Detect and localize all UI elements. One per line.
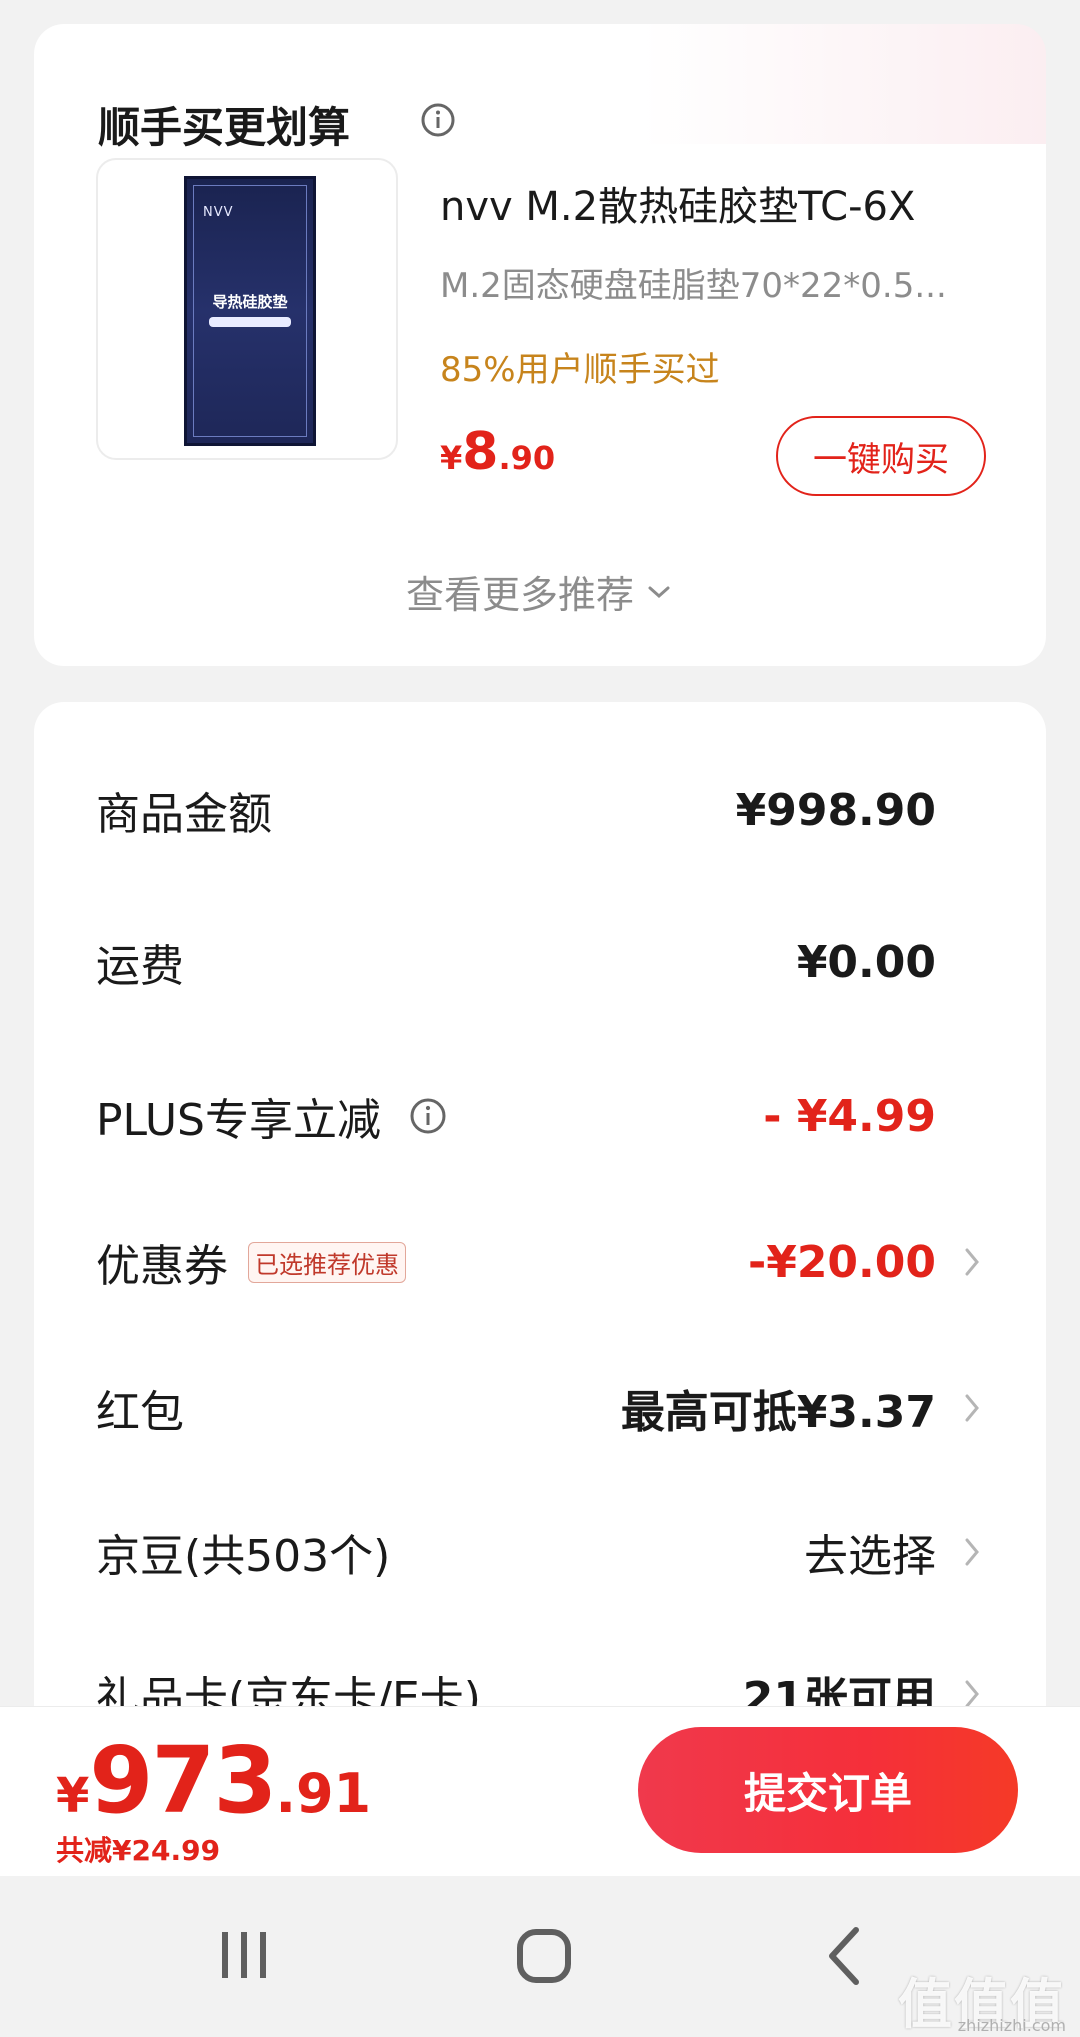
- product-image-stripe: [209, 317, 291, 327]
- product-image-name: 导热硅胶垫: [212, 293, 288, 311]
- order-total: ¥973.91: [56, 1727, 371, 1834]
- row-value: ¥0.00: [796, 936, 936, 988]
- chevron-right-icon: [965, 1538, 979, 1566]
- one-click-buy-button[interactable]: 一键购买: [776, 416, 986, 496]
- summary-row-shipping: 运费 ¥0.00: [96, 932, 984, 993]
- recommendation-title: 顺手买更划算: [98, 103, 351, 152]
- see-more-recommendations-link[interactable]: 查看更多推荐: [34, 564, 1046, 619]
- row-label: 商品金额: [96, 789, 272, 840]
- price-symbol: ¥: [440, 439, 463, 477]
- recommendation-card: 顺手买更划算 NVV 导热硅胶垫 nvv M.2散热硅胶垫TC-6X M.2固态…: [34, 24, 1046, 666]
- price-integer: 8: [462, 422, 499, 482]
- see-more-label: 查看更多推荐: [405, 573, 634, 617]
- row-label: PLUS专享立减: [96, 1086, 447, 1146]
- home-icon[interactable]: [512, 1924, 576, 1988]
- checkout-bar: ¥973.91 共减¥24.99 提交订单: [0, 1706, 1080, 1876]
- chevron-down-icon: [648, 586, 670, 598]
- row-label: 运费: [96, 941, 184, 992]
- product-name[interactable]: nvv M.2散热硅胶垫TC-6X: [440, 174, 915, 232]
- recent-apps-icon[interactable]: [214, 1924, 274, 1988]
- row-value: ¥998.90: [735, 784, 936, 836]
- total-decimal: .91: [275, 1762, 372, 1825]
- total-currency-symbol: ¥: [56, 1768, 90, 1824]
- chevron-right-icon: [965, 1248, 979, 1276]
- row-label-text: PLUS专享立减: [96, 1095, 381, 1146]
- info-icon[interactable]: [420, 102, 456, 138]
- row-value: 去选择: [804, 1531, 936, 1582]
- row-label-text: 优惠券: [96, 1241, 228, 1292]
- chevron-right-icon: [965, 1394, 979, 1422]
- row-label: 优惠券 已选推荐优惠: [96, 1232, 406, 1292]
- summary-row-red-packet[interactable]: 红包 最高可抵¥3.37: [96, 1378, 984, 1438]
- row-value: - ¥4.99: [763, 1090, 936, 1142]
- price-decimal: .90: [498, 439, 556, 477]
- total-discount: 共减¥24.99: [56, 1834, 221, 1867]
- summary-row-goods-amount: 商品金额 ¥998.90: [96, 780, 984, 841]
- watermark-url: zhizhizhi.com: [957, 2016, 1066, 2035]
- summary-row-plus-discount: PLUS专享立减 - ¥4.99: [96, 1086, 984, 1147]
- submit-order-button[interactable]: 提交订单: [638, 1727, 1018, 1853]
- product-image: NVV 导热硅胶垫: [184, 176, 316, 446]
- row-value: 最高可抵¥3.37: [620, 1387, 936, 1438]
- row-label: 红包: [96, 1387, 184, 1438]
- back-icon[interactable]: [820, 1924, 870, 1988]
- row-value: -¥20.00: [747, 1236, 936, 1288]
- info-icon[interactable]: [409, 1097, 447, 1135]
- recommended-coupon-badge: 已选推荐优惠: [248, 1241, 406, 1283]
- row-label: 京豆(共503个): [96, 1531, 391, 1582]
- summary-row-jd-beans[interactable]: 京豆(共503个) 去选择: [96, 1522, 984, 1582]
- product-price: ¥8.90: [440, 422, 555, 482]
- total-integer: 973: [89, 1727, 277, 1834]
- product-bought-stat: 85%用户顺手买过: [440, 350, 720, 390]
- product-thumbnail[interactable]: NVV 导热硅胶垫: [96, 158, 398, 460]
- product-spec: M.2固态硬盘硅脂垫70*22*0.5...: [440, 266, 947, 306]
- product-image-brand: NVV: [203, 205, 234, 220]
- summary-row-coupon[interactable]: 优惠券 已选推荐优惠 -¥20.00: [96, 1232, 984, 1292]
